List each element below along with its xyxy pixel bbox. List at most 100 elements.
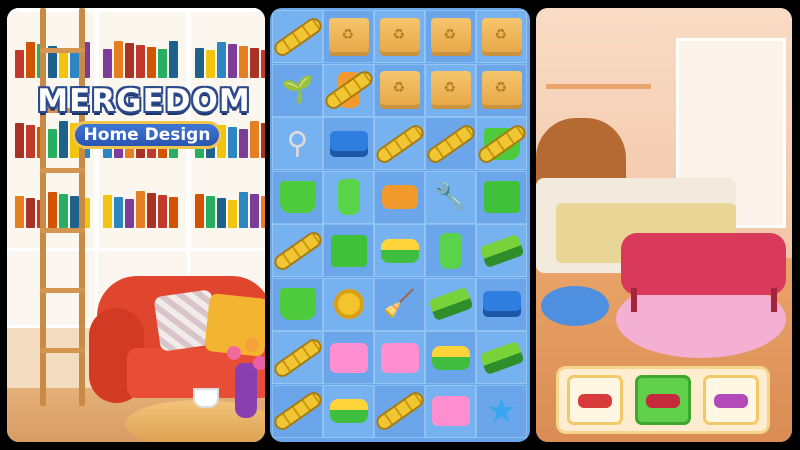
storage-tub-icon xyxy=(431,396,470,426)
coin-icon xyxy=(333,289,364,319)
flower-icon xyxy=(253,356,265,370)
sponge-icon xyxy=(431,345,470,370)
board-cell[interactable] xyxy=(323,224,374,277)
board-cell[interactable] xyxy=(374,10,425,63)
board-cell[interactable] xyxy=(272,224,323,277)
board-cell[interactable] xyxy=(476,10,527,63)
book xyxy=(147,193,156,228)
book xyxy=(70,50,79,78)
book xyxy=(114,197,123,228)
choice-option-1[interactable] xyxy=(567,375,623,425)
board-cell[interactable] xyxy=(425,10,476,63)
red-bench xyxy=(621,233,786,295)
sponge-icon xyxy=(329,399,368,423)
flower-icon xyxy=(227,346,241,360)
scrub-brush-icon xyxy=(427,286,474,322)
book xyxy=(206,196,215,228)
board-cell[interactable] xyxy=(374,331,425,384)
cardboard-box-icon xyxy=(328,17,369,56)
board-cell[interactable] xyxy=(476,63,527,117)
board-cell[interactable] xyxy=(374,63,425,117)
corkscrew-icon: ⚲ xyxy=(286,125,309,161)
board-cell[interactable] xyxy=(476,331,527,384)
board-cell[interactable] xyxy=(374,384,425,438)
board-cell[interactable] xyxy=(476,170,527,224)
book xyxy=(158,49,167,78)
dustpan-icon xyxy=(330,234,367,267)
toolbox-icon xyxy=(482,291,521,317)
bucket-icon xyxy=(279,181,316,213)
book xyxy=(15,196,24,228)
cardboard-box-icon xyxy=(430,71,471,109)
book xyxy=(136,45,145,78)
wall-shelf xyxy=(546,48,651,89)
book xyxy=(169,41,178,78)
cardboard-box-icon xyxy=(481,71,522,109)
toolbox-icon xyxy=(329,130,368,157)
board-cell[interactable] xyxy=(425,224,476,277)
board-cell[interactable] xyxy=(476,117,527,170)
dustpan-icon xyxy=(483,181,520,213)
book xyxy=(228,44,237,78)
book xyxy=(250,121,259,158)
board-cell[interactable]: 🔧 xyxy=(425,170,476,224)
cardboard-box-icon xyxy=(379,17,420,56)
board-cell[interactable] xyxy=(323,384,374,438)
book xyxy=(250,194,259,228)
book xyxy=(195,194,204,228)
board-cell[interactable] xyxy=(425,117,476,170)
book xyxy=(48,192,57,228)
board-cell[interactable] xyxy=(374,224,425,277)
storage-tub-icon xyxy=(380,342,419,373)
board-cell[interactable] xyxy=(425,331,476,384)
choice-option-3[interactable] xyxy=(703,375,759,425)
board-cell[interactable] xyxy=(425,384,476,438)
scrub-brush-icon xyxy=(478,340,525,375)
board-cell[interactable] xyxy=(476,224,527,277)
wrench-icon: 🔧 xyxy=(434,182,467,212)
board-cell[interactable]: ⚲ xyxy=(272,117,323,170)
board-cell[interactable] xyxy=(425,277,476,331)
book xyxy=(158,195,167,228)
choice-option-2[interactable] xyxy=(635,375,691,425)
logo-title: MERGEDOM xyxy=(37,83,251,119)
board-cell[interactable] xyxy=(272,384,323,438)
board-cell[interactable] xyxy=(374,117,425,170)
flower-icon xyxy=(245,338,259,352)
board-cell[interactable] xyxy=(272,277,323,331)
board-cell[interactable] xyxy=(272,331,323,384)
book xyxy=(125,43,134,78)
board-cell[interactable] xyxy=(323,10,374,63)
book xyxy=(15,123,24,158)
bench-leg xyxy=(631,288,637,312)
coffee-cup xyxy=(193,388,219,408)
board-cell[interactable] xyxy=(323,277,374,331)
bucket-icon xyxy=(279,288,316,320)
book xyxy=(228,200,237,228)
book xyxy=(136,191,145,228)
board-cell[interactable]: 🌱 xyxy=(272,63,323,117)
book xyxy=(103,49,112,78)
sponge-icon xyxy=(380,238,419,263)
board-cell[interactable] xyxy=(272,170,323,224)
board-cell[interactable] xyxy=(323,170,374,224)
board-cell[interactable]: 🧹 xyxy=(374,277,425,331)
purple-vase xyxy=(235,363,257,418)
board-cell[interactable] xyxy=(323,63,374,117)
board-cell[interactable] xyxy=(272,10,323,63)
star-icon: ★ xyxy=(486,391,517,431)
red-bench-icon xyxy=(646,394,680,408)
book xyxy=(169,197,178,228)
book xyxy=(15,50,24,78)
board-cell[interactable] xyxy=(374,170,425,224)
board-cell[interactable] xyxy=(323,117,374,170)
spray-bottle-icon xyxy=(337,179,360,215)
merge-board: 🌱 ⚲ 🔧 🧹 ★ xyxy=(270,8,530,442)
board-cell[interactable] xyxy=(425,63,476,117)
board-cell[interactable] xyxy=(323,331,374,384)
logo-subtitle: Home Design xyxy=(72,121,222,149)
board-cell[interactable]: ★ xyxy=(476,384,527,438)
book xyxy=(59,194,68,228)
board-cell[interactable] xyxy=(476,277,527,331)
game-logo: MERGEDOM Home Design xyxy=(37,83,251,153)
